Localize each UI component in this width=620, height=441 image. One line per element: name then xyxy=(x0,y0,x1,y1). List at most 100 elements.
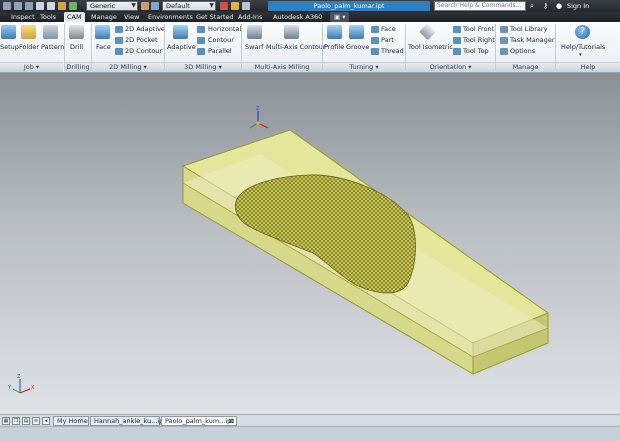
tab-cam[interactable]: CAM xyxy=(64,12,85,22)
group-orientation-label[interactable]: Orientation ▾ xyxy=(406,62,495,72)
material-combo[interactable]: Generic ▼ xyxy=(86,1,138,11)
group-2d-milling-label[interactable]: 2D Milling ▾ xyxy=(92,62,164,72)
swarf-button[interactable]: Swarf xyxy=(245,43,263,52)
help-tutorials-button[interactable]: Help/Tutorials xyxy=(561,43,605,52)
graphics-viewport[interactable]: Z Z X Y xyxy=(0,73,620,414)
user-icon[interactable]: ● xyxy=(556,1,562,11)
tool-right-button[interactable]: Tool Right xyxy=(463,36,495,45)
search-binoculars-icon[interactable]: ⌕ xyxy=(530,1,534,11)
2d-adaptive-button[interactable]: 2D Adaptive xyxy=(125,25,165,34)
2d-pocket-icon[interactable] xyxy=(115,37,123,44)
tab-inspect[interactable]: Inspect xyxy=(11,12,35,22)
adaptive-button[interactable]: Adaptive xyxy=(167,43,196,52)
home-icon[interactable] xyxy=(3,2,11,10)
part-icon[interactable] xyxy=(371,37,379,44)
drill-button[interactable]: Drill xyxy=(70,43,83,52)
open-icon[interactable] xyxy=(14,2,22,10)
group-turning-label[interactable]: Turning ▾ xyxy=(323,62,405,72)
ribbon-options-icon[interactable]: ▣ ▾ xyxy=(330,12,350,22)
groove-icon[interactable] xyxy=(349,25,364,39)
tab-add-ins[interactable]: Add-Ins xyxy=(238,12,262,22)
tool-top-icon[interactable] xyxy=(453,48,461,55)
turning-face-icon[interactable] xyxy=(371,26,379,33)
tab-view[interactable]: View xyxy=(124,12,139,22)
search-input[interactable]: Search Help & Commands... xyxy=(434,1,526,11)
scroll-left-icon[interactable]: ◂ xyxy=(42,417,50,425)
options-icon[interactable] xyxy=(500,48,508,55)
sign-in-link[interactable]: Sign In xyxy=(567,1,589,11)
material-icon[interactable] xyxy=(141,2,149,10)
2d-pocket-button[interactable]: 2D Pocket xyxy=(125,36,158,45)
multi-axis-contour-button[interactable]: Multi-Axis Contour xyxy=(266,43,326,52)
2d-contour-icon[interactable] xyxy=(115,48,123,55)
account-key-icon[interactable]: ⚷ xyxy=(543,1,548,11)
group-multi-axis-label[interactable]: Multi-Axis Milling xyxy=(242,62,322,72)
tab-tools[interactable]: Tools xyxy=(40,12,56,22)
tile-view-icon[interactable]: ▦ xyxy=(2,417,10,425)
tab-get-started[interactable]: Get Started xyxy=(196,12,234,22)
appearance-combo[interactable]: Default ▼ xyxy=(162,1,216,11)
thread-button[interactable]: Thread xyxy=(381,47,404,56)
2d-adaptive-icon[interactable] xyxy=(115,26,123,33)
tool-library-icon[interactable] xyxy=(500,26,508,33)
tab-environments[interactable]: Environments xyxy=(148,12,193,22)
groove-button[interactable]: Groove xyxy=(346,43,369,52)
doc-tab-hannah-ankle[interactable]: Hannah_ankle_ku...ipt xyxy=(90,416,166,426)
contour-button[interactable]: Contour xyxy=(208,36,234,45)
undo-icon[interactable] xyxy=(36,2,44,10)
tool-right-icon[interactable] xyxy=(453,37,461,44)
tool-isometric-icon[interactable] xyxy=(419,23,436,41)
customize-icon[interactable] xyxy=(242,2,250,10)
horizontal-icon[interactable] xyxy=(197,26,205,33)
save-icon[interactable] xyxy=(25,2,33,10)
setup-icon[interactable] xyxy=(1,25,16,39)
contour-icon[interactable] xyxy=(197,37,205,44)
group-3d-milling-label[interactable]: 3D Milling ▾ xyxy=(165,62,241,72)
drill-icon[interactable] xyxy=(69,25,84,39)
turning-face-button[interactable]: Face xyxy=(381,25,396,34)
task-manager-icon[interactable] xyxy=(500,37,508,44)
help-question-icon[interactable]: ? xyxy=(575,25,590,39)
pattern-icon[interactable] xyxy=(43,25,58,39)
return-icon[interactable] xyxy=(58,2,66,10)
multi-axis-contour-icon[interactable] xyxy=(284,25,299,39)
adaptive-icon[interactable] xyxy=(173,25,188,39)
tool-isometric-button[interactable]: Tool Isometric xyxy=(408,43,453,52)
redo-icon[interactable] xyxy=(47,2,55,10)
doc-tab-paolo-palm[interactable]: Paolo_palm_kum...ipt ⊠ xyxy=(161,416,237,426)
tab-manage[interactable]: Manage xyxy=(91,12,117,22)
doc-tab-my-home[interactable]: My Home xyxy=(53,416,89,426)
face-milling-icon[interactable] xyxy=(95,25,110,39)
select-icon[interactable] xyxy=(69,2,77,10)
cascade-view-icon[interactable]: ❐ xyxy=(12,417,20,425)
fx-icon[interactable] xyxy=(231,2,239,10)
thread-icon[interactable] xyxy=(371,48,379,55)
group-manage-label[interactable]: Manage xyxy=(496,62,555,72)
part-button[interactable]: Part xyxy=(381,36,394,45)
appearance-icon[interactable] xyxy=(151,2,159,10)
task-manager-button[interactable]: Task Manager xyxy=(510,36,555,45)
swarf-icon[interactable] xyxy=(247,25,262,39)
folder-button[interactable]: Folder xyxy=(19,43,39,52)
adjust-icon[interactable] xyxy=(220,2,228,10)
2d-contour-button[interactable]: 2D Contour xyxy=(125,47,162,56)
tool-front-icon[interactable] xyxy=(453,26,461,33)
arrange-view-icon[interactable]: ▤ xyxy=(22,417,30,425)
chevron-down-icon[interactable]: ▾ xyxy=(579,51,582,60)
group-drilling-label[interactable]: Drilling xyxy=(65,62,91,72)
tool-top-button[interactable]: Tool Top xyxy=(463,47,489,56)
profile-icon[interactable] xyxy=(327,25,342,39)
tool-library-button[interactable]: Tool Library xyxy=(510,25,547,34)
pattern-button[interactable]: Pattern xyxy=(41,43,64,52)
options-button[interactable]: Options xyxy=(510,47,535,56)
setup-button[interactable]: Setup xyxy=(0,43,19,52)
parallel-icon[interactable] xyxy=(197,48,205,55)
parallel-button[interactable]: Parallel xyxy=(208,47,232,56)
group-job-label[interactable]: Job ▾ xyxy=(0,62,63,72)
tool-front-button[interactable]: Tool Front xyxy=(463,25,494,34)
group-help-label[interactable]: Help xyxy=(556,62,620,72)
horizontal-button[interactable]: Horizontal xyxy=(208,25,241,34)
folder-icon[interactable] xyxy=(21,25,36,39)
face-button[interactable]: Face xyxy=(96,43,111,52)
tab-autodesk-a360[interactable]: Autodesk A360 xyxy=(273,12,322,22)
